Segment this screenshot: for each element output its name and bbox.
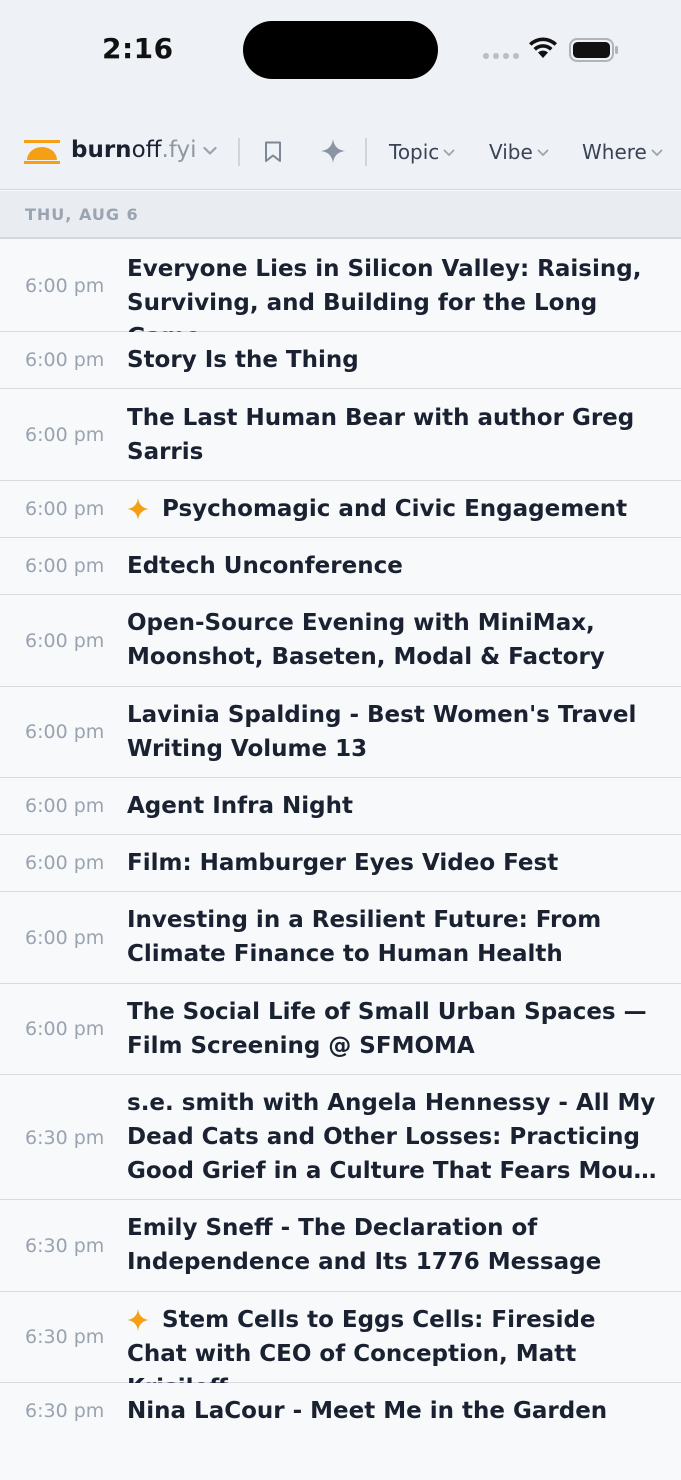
cellular-signal-icon <box>483 53 519 59</box>
event-time: 6:00 pm <box>25 852 105 874</box>
chevron-down-icon <box>443 149 455 156</box>
topic-filter-label: Topic <box>389 140 440 164</box>
brand-part-fyi: .fyi <box>161 137 197 163</box>
vibe-filter-label: Vibe <box>489 140 533 164</box>
topic-filter-button[interactable]: Topic <box>389 140 455 164</box>
event-title[interactable]: Open-Source Evening with MiniMax, Moonsh… <box>127 606 662 674</box>
event-title-line: s.e. smith with Angela Hennessy - All My <box>127 1090 656 1116</box>
event-time: 6:00 pm <box>25 498 105 520</box>
bookmark-icon[interactable] <box>263 141 283 163</box>
event-time: 6:00 pm <box>25 630 105 652</box>
event-title[interactable]: Lavinia Spalding - Best Women's Travel W… <box>127 698 662 766</box>
event-title[interactable]: Film: Hamburger Eyes Video Fest <box>127 846 662 880</box>
event-title[interactable]: The Last Human Bear with author Greg Sar… <box>127 401 662 469</box>
event-time: 6:00 pm <box>25 927 105 949</box>
battery-icon <box>569 38 618 62</box>
sparkle-icon[interactable] <box>321 139 345 163</box>
event-time: 6:00 pm <box>25 721 105 743</box>
event-time: 6:00 pm <box>25 424 105 446</box>
chevron-down-icon[interactable] <box>203 146 217 156</box>
event-title[interactable]: Nina LaCour - Meet Me in the Garden <box>127 1394 662 1428</box>
event-time: 6:00 pm <box>25 795 105 817</box>
where-filter-button[interactable]: Where <box>582 140 663 164</box>
event-time: 6:00 pm <box>25 1018 105 1040</box>
event-time: 6:30 pm <box>25 1127 105 1149</box>
chevron-down-icon <box>651 149 663 156</box>
event-title[interactable]: Story Is the Thing <box>127 343 662 377</box>
event-time: 6:00 pm <box>25 349 105 371</box>
event-title-line: Dead Cats and Other Losses: Practicing <box>127 1124 640 1150</box>
event-time: 6:30 pm <box>25 1326 105 1348</box>
chevron-down-icon <box>537 149 549 156</box>
event-time: 6:30 pm <box>25 1235 105 1257</box>
wifi-icon <box>529 37 557 58</box>
divider <box>365 138 367 166</box>
event-title[interactable]: Edtech Unconference <box>127 549 662 583</box>
event-title[interactable]: The Social Life of Small Urban Spaces — … <box>127 995 662 1063</box>
event-title[interactable]: Agent Infra Night <box>127 789 662 823</box>
event-title-line: Good Grief in a Culture That Fears Mourn… <box>127 1158 662 1184</box>
event-time: 6:00 pm <box>25 275 105 297</box>
date-label: THU, AUG 6 <box>25 205 139 224</box>
event-title[interactable]: Investing in a Resilient Future: From Cl… <box>127 903 662 971</box>
brand-part-burn: burn <box>71 137 132 163</box>
event-time: 6:00 pm <box>25 555 105 577</box>
event-title[interactable]: Psychomagic and Civic Engagement <box>127 492 662 526</box>
event-title[interactable]: Emily Sneff - The Declaration of Indepen… <box>127 1211 662 1279</box>
burnoff-logo-icon <box>24 140 60 164</box>
status-time: 2:16 <box>102 32 174 65</box>
where-filter-label: Where <box>582 140 647 164</box>
vibe-filter-button[interactable]: Vibe <box>489 140 549 164</box>
divider <box>238 138 240 166</box>
event-time: 6:30 pm <box>25 1400 105 1422</box>
event-title[interactable]: s.e. smith with Angela Hennessy - All My… <box>127 1086 662 1188</box>
brand-name[interactable]: burn off .fyi <box>71 137 197 163</box>
dynamic-island <box>243 21 438 79</box>
brand-part-off: off <box>131 137 162 163</box>
